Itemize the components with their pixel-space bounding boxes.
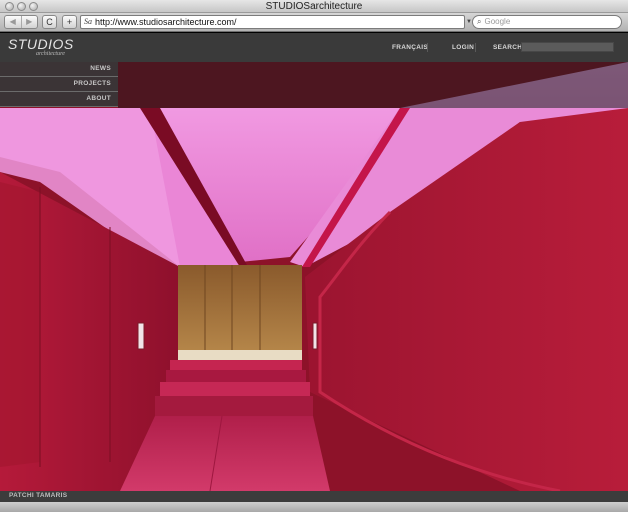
sidebar-item-projects[interactable]: PROJECTS [0, 77, 118, 92]
sidebar-item-news[interactable]: NEWS [0, 62, 118, 77]
sidebar-nav: NEWS PROJECTS ABOUT [0, 62, 118, 107]
window-title: STUDIOSarchitecture [265, 1, 363, 12]
reload-button[interactable]: C [42, 15, 57, 29]
browser-toolbar: ◀ ▶ C + Sa http://www.studiosarchitectur… [0, 13, 628, 32]
window-bottom-frame [0, 502, 628, 512]
logo-subtitle: architecture [36, 51, 65, 57]
address-bar[interactable]: Sa http://www.studiosarchitecture.com/ [80, 15, 465, 29]
back-forward-buttons: ◀ ▶ [4, 15, 38, 29]
header-divider [475, 43, 476, 52]
photo-credit: PATCHI TAMARIS [9, 492, 68, 499]
photo-caption-bar: PATCHI TAMARIS [0, 491, 628, 502]
sidebar-item-about[interactable]: ABOUT [0, 92, 118, 107]
forward-button[interactable]: ▶ [22, 16, 38, 28]
corridor-image [0, 62, 628, 491]
login-link[interactable]: LOGIN [452, 44, 474, 51]
reload-icon: C [46, 17, 53, 27]
studios-logo[interactable]: STUDIOS architecture [8, 36, 74, 57]
site-header: STUDIOS architecture FRANÇAIS LOGIN SEAR… [0, 33, 628, 62]
web-search-field[interactable]: ⌕ Google [472, 15, 622, 29]
logo-wordmark: STUDIOS [8, 36, 74, 52]
browser-window: STUDIOSarchitecture ◀ ▶ C + Sa http://ww… [0, 0, 628, 512]
back-button[interactable]: ◀ [5, 16, 22, 28]
hero-photo [0, 62, 628, 491]
search-icon: ⌕ [477, 17, 482, 26]
site-search-input[interactable] [521, 42, 614, 52]
site-favicon-icon: Sa [84, 17, 92, 26]
francais-link[interactable]: FRANÇAIS [392, 44, 428, 51]
web-search-placeholder: Google [484, 17, 511, 26]
title-bar: STUDIOSarchitecture [0, 0, 628, 13]
search-label: SEARCH [493, 44, 523, 51]
nav-overlay [118, 62, 628, 108]
add-bookmark-button[interactable]: + [62, 15, 77, 29]
address-text: http://www.studiosarchitecture.com/ [95, 17, 237, 27]
plus-icon: + [66, 17, 73, 27]
header-divider [427, 43, 428, 52]
